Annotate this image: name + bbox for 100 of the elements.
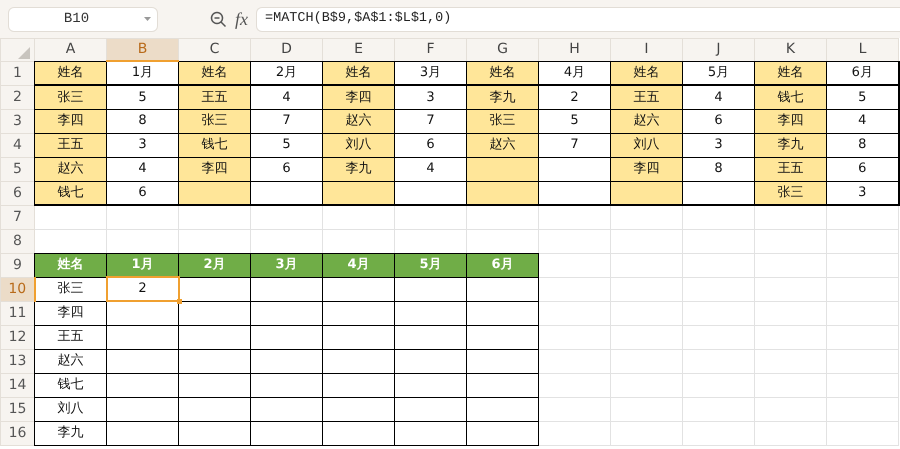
table-cell [322,397,394,421]
column-header[interactable]: F [394,38,466,61]
table-cell [394,397,466,421]
table-cell: 钱七 [754,85,826,109]
row-header[interactable]: 2 [0,85,34,109]
table-cell: 王五 [34,133,106,157]
table-cell: 8 [106,109,178,133]
table-cell [394,325,466,349]
table-cell: 6月 [826,61,898,85]
table-cell [250,373,322,397]
table-cell [322,325,394,349]
column-header[interactable]: I [610,38,682,61]
table-cell: 姓名 [466,61,538,85]
table-cell [610,181,682,205]
table-cell: 7 [538,133,610,157]
row-header[interactable]: 4 [0,133,34,157]
formula-field[interactable]: =MATCH(B$9,$A$1:$L$1,0) [256,6,900,32]
table-cell: 刘八 [34,397,106,421]
table-cell [322,181,394,205]
row-header[interactable]: 8 [0,229,34,253]
table-cell [466,421,538,445]
select-all-icon[interactable] [18,46,30,59]
table-cell [322,421,394,445]
table-cell: 3月 [394,61,466,85]
column-header[interactable]: C [178,38,250,61]
row-header[interactable]: 5 [0,157,34,181]
table-cell [682,181,754,205]
table-cell: 李九 [34,421,106,445]
table-cell: 6 [394,133,466,157]
table-cell: 4 [826,109,898,133]
table-cell: 王五 [610,85,682,109]
row-header[interactable]: 9 [0,253,34,277]
table-cell: 5 [538,109,610,133]
table-cell [106,325,178,349]
row-header[interactable]: 16 [0,421,34,445]
table-cell [394,373,466,397]
table-cell: 5月 [682,61,754,85]
table-cell [466,397,538,421]
table-cell [178,421,250,445]
table-cell [250,277,322,301]
table-cell [538,157,610,181]
column-header[interactable]: H [538,38,610,61]
table-cell: 4 [106,157,178,181]
table-cell: 李九 [754,133,826,157]
table-cell [250,181,322,205]
table-cell: 钱七 [34,181,106,205]
row-header[interactable]: 6 [0,181,34,205]
row-header[interactable]: 11 [0,301,34,325]
table-cell: 李九 [322,157,394,181]
column-heading: 6月 [466,253,538,277]
table-cell: 张三 [178,109,250,133]
table-cell [322,349,394,373]
table-cell: 王五 [34,325,106,349]
row-header[interactable]: 1 [0,61,34,85]
column-header[interactable]: G [466,38,538,61]
table-cell [322,373,394,397]
table-cell: 1月 [106,61,178,85]
cell-reference: B10 [62,10,90,28]
table-cell [394,301,466,325]
name-box[interactable]: B10 [8,6,158,32]
column-header[interactable]: K [754,38,826,61]
column-header[interactable]: L [826,38,898,61]
table-cell [106,301,178,325]
table-cell: 赵六 [466,133,538,157]
table-cell [394,349,466,373]
row-header[interactable]: 7 [0,205,34,229]
column-heading: 5月 [394,253,466,277]
table-cell: 2月 [250,61,322,85]
table-cell: 6 [826,157,898,181]
table-cell: 姓名 [754,61,826,85]
table-cell [394,421,466,445]
table-cell: 4 [250,85,322,109]
function-button[interactable]: fx [235,6,248,32]
table-cell [538,181,610,205]
table-cell [466,349,538,373]
table-cell: 张三 [754,181,826,205]
row-header[interactable]: 14 [0,373,34,397]
table-cell: 6 [106,181,178,205]
column-header[interactable]: D [250,38,322,61]
table-cell [466,157,538,181]
table-cell: 李四 [34,301,106,325]
row-header[interactable]: 15 [0,397,34,421]
table-cell: 6 [682,109,754,133]
row-header[interactable]: 13 [0,349,34,373]
table-cell: 赵六 [610,109,682,133]
fill-handle[interactable] [176,299,182,304]
column-header[interactable]: J [682,38,754,61]
table-cell [106,373,178,397]
cell-value: 2 [138,281,147,296]
zoom-icon[interactable] [210,10,227,28]
column-header[interactable]: A [34,38,106,61]
row-header[interactable]: 12 [0,325,34,349]
row-header[interactable]: 3 [0,109,34,133]
column-heading: 4月 [322,253,394,277]
table-cell: 赵六 [322,109,394,133]
table-cell: 3 [394,85,466,109]
table-cell: 刘八 [322,133,394,157]
table-cell: 王五 [754,157,826,181]
table-cell: 4月 [538,61,610,85]
column-header[interactable]: E [322,38,394,61]
